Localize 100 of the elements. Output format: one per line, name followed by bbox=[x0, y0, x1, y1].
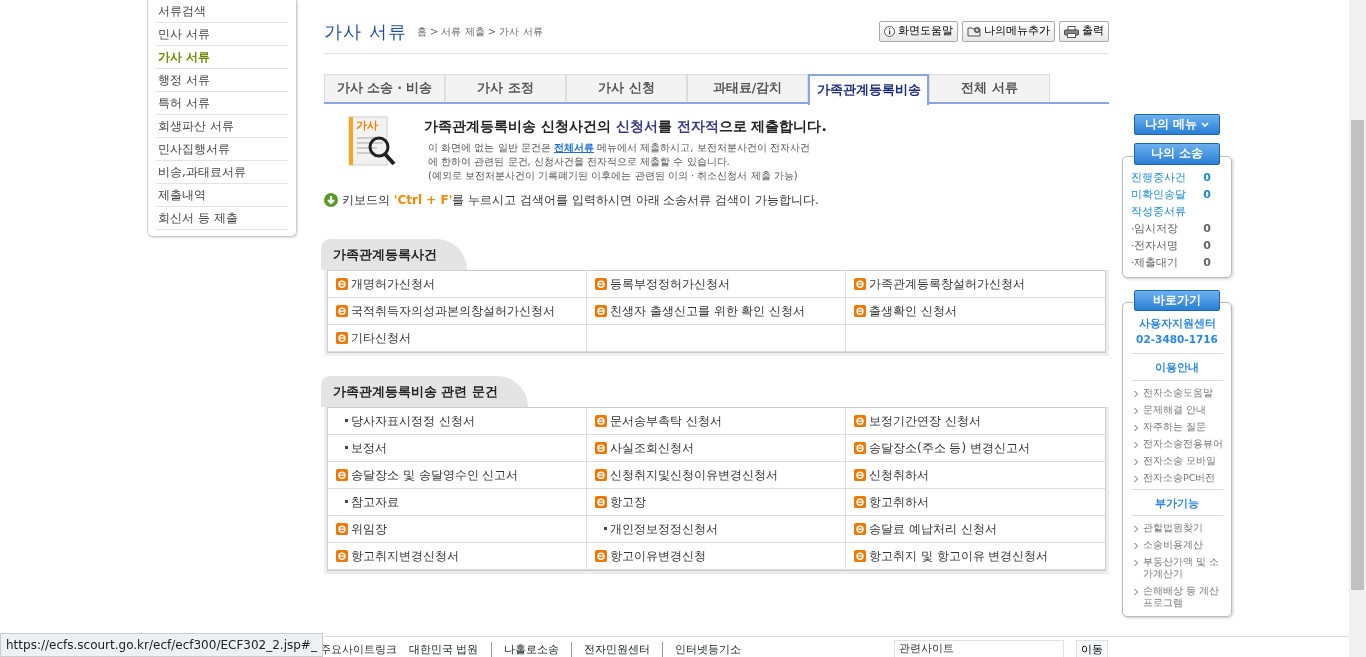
tab[interactable]: 가사 신청 bbox=[566, 74, 687, 102]
shortcut-link[interactable]: 문제해결 안내 bbox=[1131, 401, 1223, 419]
case-label[interactable]: 작성중서류 bbox=[1131, 202, 1186, 220]
side-menu-item[interactable]: 비송,과태료서류 bbox=[156, 161, 288, 184]
shortcut-link[interactable]: 전자소송전용뷰어 bbox=[1131, 435, 1223, 453]
search-hint: 키보드의 'Ctrl + F'를 누르시고 검색어를 입력하시면 아래 소송서류 검색이 가능합니다. bbox=[342, 192, 819, 209]
e-document-icon bbox=[854, 414, 866, 427]
document-link[interactable]: 친생자 출생신고를 위한 확인 신청서 bbox=[587, 297, 846, 325]
all-documents-link[interactable]: 전체서류 bbox=[553, 142, 594, 153]
shortcut-link[interactable]: 전자소송 모바일 bbox=[1131, 452, 1223, 470]
side-menu-item[interactable]: 제출내역 bbox=[156, 184, 288, 207]
chevron-right-icon bbox=[1133, 588, 1139, 597]
folder-plus-icon bbox=[967, 26, 981, 37]
tab[interactable]: 과태료/감치 bbox=[687, 74, 808, 102]
document-link[interactable]: 보정서 bbox=[328, 434, 587, 462]
document-link[interactable]: 신청취지및신청이유변경신청서 bbox=[587, 461, 846, 489]
related-sites-select[interactable]: 관련사이트 bbox=[894, 640, 1064, 657]
e-document-icon bbox=[336, 277, 348, 290]
shortcut-link[interactable]: 전자소송도움말 bbox=[1131, 384, 1223, 402]
chevron-down-icon bbox=[1201, 121, 1209, 128]
case-label[interactable]: ·임시저장 bbox=[1131, 219, 1179, 237]
side-menu-item[interactable]: 회신서 등 제출 bbox=[156, 207, 288, 230]
e-document-icon bbox=[595, 304, 607, 317]
e-document-icon bbox=[336, 468, 348, 481]
side-menu-item[interactable]: 민사집행서류 bbox=[156, 138, 288, 161]
shortcut-link[interactable]: 관할법원찾기 bbox=[1131, 520, 1223, 538]
section-title: 가족관계등록비송 관련 문건 bbox=[321, 375, 528, 407]
scrollbar[interactable] bbox=[1349, 0, 1366, 657]
toolbar-button[interactable]: 화면도움말 bbox=[879, 21, 958, 42]
tab[interactable]: 가족관계등록비송 bbox=[808, 74, 929, 105]
tab[interactable]: 가사 조정 bbox=[445, 74, 566, 102]
go-button[interactable]: 이동 bbox=[1076, 640, 1108, 657]
case-label[interactable]: 진행중사건 bbox=[1131, 168, 1186, 186]
document-link[interactable]: 항고취지변경신청서 bbox=[328, 542, 587, 570]
printer-icon bbox=[1064, 25, 1079, 38]
e-document-icon bbox=[336, 331, 348, 344]
page-title: 가사 서류 bbox=[324, 20, 407, 44]
document-link[interactable]: 개인정보정정신청서 bbox=[587, 515, 846, 543]
status-bar-url: https://ecfs.scourt.go.kr/ecf/ecf300/ECF302_2.jsp#_ bbox=[0, 633, 323, 657]
shortcut-link[interactable]: 부동산가액 및 소가계산기 bbox=[1131, 554, 1223, 584]
document-link[interactable]: 당사자표시정정 신청서 bbox=[328, 407, 587, 435]
document-link[interactable]: 가족관계등록창설허가신청서 bbox=[846, 270, 1105, 298]
side-menu-item[interactable]: 회생파산 서류 bbox=[156, 115, 288, 138]
e-document-icon bbox=[595, 549, 607, 562]
scrollbar-thumb[interactable] bbox=[1351, 120, 1364, 590]
document-link[interactable]: 국적취득자의성과본의창설허가신청서 bbox=[328, 297, 587, 325]
shortcuts-heading: 바로가기 bbox=[1134, 289, 1220, 311]
support-phone: 02-3480-1716 bbox=[1135, 331, 1219, 347]
case-label[interactable]: ·제출대기 bbox=[1131, 253, 1179, 271]
document-link[interactable]: 항고취지 및 항고이유 변경신청서 bbox=[846, 542, 1105, 570]
shortcut-link[interactable]: 전자소송PC버전 bbox=[1131, 469, 1223, 487]
document-link[interactable]: 송달료 예납처리 신청서 bbox=[846, 515, 1105, 543]
document-link[interactable]: 사실조회신청서 bbox=[587, 434, 846, 462]
document-link[interactable]: 송달장소 및 송달영수인 신고서 bbox=[328, 461, 587, 489]
footer-link[interactable]: 전자민원센터 bbox=[570, 641, 650, 657]
e-document-icon bbox=[336, 549, 348, 562]
e-document-icon bbox=[595, 468, 607, 481]
tab[interactable]: 전체 서류 bbox=[929, 74, 1050, 102]
toolbar-button[interactable]: 출력 bbox=[1059, 21, 1109, 42]
document-link[interactable]: 참고자료 bbox=[328, 488, 587, 516]
case-count: 0 bbox=[1203, 237, 1211, 254]
toolbar-button[interactable]: 나의메뉴추가 bbox=[962, 21, 1055, 42]
case-count: 0 bbox=[1203, 254, 1211, 271]
case-count: 0 bbox=[1203, 186, 1211, 203]
e-document-icon bbox=[595, 441, 607, 454]
tab[interactable]: 가사 소송 · 비송 bbox=[324, 74, 445, 102]
footer-link[interactable]: 인터넷등기소 bbox=[661, 641, 741, 657]
e-document-icon bbox=[854, 441, 866, 454]
document-link[interactable]: 신청취하서 bbox=[846, 461, 1105, 489]
e-document-icon bbox=[595, 277, 607, 290]
document-link[interactable]: 기타신청서 bbox=[328, 324, 587, 352]
document-link[interactable]: 항고장 bbox=[587, 488, 846, 516]
shortcut-link[interactable]: 손해배상 등 계산 프로그램 bbox=[1131, 583, 1223, 613]
side-menu-item[interactable]: 행정 서류 bbox=[156, 69, 288, 92]
side-menu-item[interactable]: 특허 서류 bbox=[156, 92, 288, 115]
shortcut-link[interactable]: 소송비용계산 bbox=[1131, 537, 1223, 555]
e-document-icon bbox=[336, 522, 348, 535]
footer-link[interactable]: 나홀로소송 bbox=[490, 641, 559, 657]
document-link[interactable]: 보정기간연장 신청서 bbox=[846, 407, 1105, 435]
e-document-icon bbox=[854, 522, 866, 535]
footer-link[interactable]: 대한민국 법원 bbox=[409, 641, 479, 657]
document-link[interactable]: 출생확인 신청서 bbox=[846, 297, 1105, 325]
e-document-icon bbox=[854, 495, 866, 508]
document-magnifier-icon bbox=[348, 116, 398, 166]
side-menu-item[interactable]: 가사 서류 bbox=[156, 46, 288, 69]
document-link[interactable]: 항고이유변경신청 bbox=[587, 542, 846, 570]
document-link[interactable]: 항고취하서 bbox=[846, 488, 1105, 516]
document-link[interactable]: 문서송부촉탁 신청서 bbox=[587, 407, 846, 435]
e-document-icon bbox=[854, 549, 866, 562]
side-menu-item[interactable]: 민사 서류 bbox=[156, 23, 288, 46]
side-menu-item[interactable]: 서류검색 bbox=[156, 0, 288, 23]
document-link[interactable]: 개명허가신청서 bbox=[328, 270, 587, 298]
case-label[interactable]: ·전자서명 bbox=[1131, 236, 1179, 254]
e-document-icon bbox=[854, 304, 866, 317]
document-link[interactable]: 송달장소(주소 등) 변경신고서 bbox=[846, 434, 1105, 462]
exception-note: (예외로 보전처분사건이 기록폐기된 이후에는 관련된 이의 · 취소신청서 제출 가능) bbox=[428, 169, 799, 183]
shortcut-link[interactable]: 자주하는 질문 bbox=[1131, 418, 1223, 436]
case-label[interactable]: 미확인송달 bbox=[1131, 185, 1186, 203]
document-link[interactable]: 등록부정정허가신청서 bbox=[587, 270, 846, 298]
document-link[interactable]: 위임장 bbox=[328, 515, 587, 543]
